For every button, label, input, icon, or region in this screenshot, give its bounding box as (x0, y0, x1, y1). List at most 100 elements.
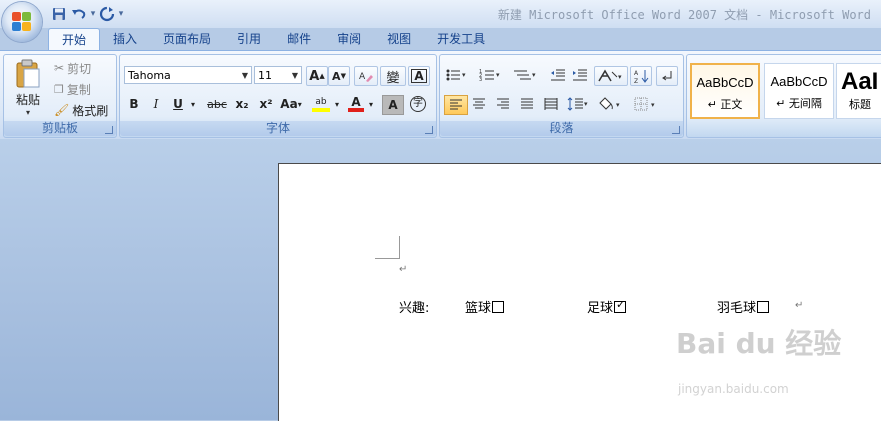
tab-mailings[interactable]: 邮件 (274, 28, 324, 50)
font-launcher-icon[interactable] (425, 126, 433, 134)
office-button[interactable] (2, 2, 42, 42)
bold-button[interactable]: B (126, 95, 142, 113)
badminton-checkbox[interactable] (757, 301, 770, 313)
change-case-button[interactable]: Aa ▾ (280, 95, 302, 113)
baidu-watermark: Bai du 经验 (676, 327, 842, 360)
char-shading-button[interactable]: A (382, 95, 404, 115)
tab-page-layout[interactable]: 页面布局 (150, 28, 224, 50)
enclose-char-button[interactable]: 字 (408, 95, 428, 113)
shrink-font-button[interactable]: A ▼ (328, 66, 350, 86)
chinese-layout-icon[interactable]: ▾ (594, 66, 628, 86)
style-no-spacing[interactable]: AaBbCcD ↵ 无间隔 (764, 63, 834, 119)
line-spacing-icon[interactable]: ▾ (566, 95, 592, 113)
align-left-icon[interactable] (444, 95, 468, 115)
paste-button[interactable]: 粘贴 ▾ (10, 59, 46, 117)
bullets-icon[interactable]: ▾ (444, 66, 470, 84)
decrease-indent-icon[interactable] (548, 66, 568, 84)
shading-icon[interactable]: ▾ (596, 95, 626, 113)
subscript-label: x₂ (235, 97, 249, 111)
italic-button[interactable]: I (148, 95, 164, 113)
undo-icon[interactable] (70, 5, 88, 23)
phonetic-label: 變 (386, 70, 400, 86)
style-heading-sample: AaI (841, 68, 879, 95)
undo-dropdown-icon[interactable]: ▾ (90, 9, 96, 19)
style-normal-sample: AaBbCcD (696, 75, 754, 90)
svg-text:▾: ▾ (584, 100, 588, 108)
grow-font-button[interactable]: A ▲ (306, 66, 328, 86)
brush-icon: 🖌 (54, 103, 70, 117)
char-border-button[interactable]: A (408, 66, 430, 86)
subscript-button[interactable]: x₂ (232, 95, 252, 113)
copy-label: 复制 (66, 82, 91, 97)
font-group-label: 字体 (120, 121, 436, 136)
font-size-combo[interactable]: 11 ▼ (254, 66, 302, 84)
multilevel-list-icon[interactable]: ▾ (512, 66, 540, 84)
tab-home[interactable]: 开始 (48, 28, 101, 51)
tab-insert[interactable]: 插入 (100, 28, 150, 50)
show-marks-icon[interactable] (656, 66, 678, 86)
strikethrough-button[interactable]: abc (204, 95, 230, 113)
numbering-icon[interactable]: 1 2 3 ▾ (478, 66, 504, 84)
font-name-combo[interactable]: Tahoma ▼ (124, 66, 252, 84)
clear-format-icon[interactable]: A (354, 66, 378, 86)
borders-icon[interactable]: ▾ (632, 95, 662, 113)
distributed-icon[interactable] (540, 95, 562, 113)
style-normal[interactable]: AaBbCcD ↵ 正文 (690, 63, 760, 119)
tab-references[interactable]: 引用 (224, 28, 274, 50)
highlight-color-bar (312, 107, 330, 112)
bold-label: B (129, 97, 139, 111)
quick-access-toolbar: ▾ ▾ (50, 4, 124, 24)
redo-icon[interactable] (98, 5, 116, 23)
font-color-dropdown-icon[interactable]: ▾ (366, 95, 376, 113)
align-center-icon[interactable] (468, 95, 490, 113)
customize-qat-icon[interactable]: ▾ (118, 9, 124, 19)
change-case-label: Aa (280, 97, 298, 111)
clipboard-group-label: 剪贴板 (4, 121, 116, 136)
underline-dropdown-icon[interactable]: ▾ (188, 95, 198, 113)
tab-review[interactable]: 审阅 (324, 28, 374, 50)
chevron-down-icon: ▼ (291, 71, 298, 80)
format-painter-button[interactable]: 🖌 格式刷 (54, 101, 108, 119)
underline-button[interactable]: U (170, 95, 186, 113)
char-border-label: A (411, 69, 427, 83)
highlight-button[interactable]: ab (310, 95, 332, 113)
font-color-bar (348, 108, 364, 112)
document-page[interactable]: ↵ 兴趣: 篮球 足球 羽毛球 ↵ (278, 163, 881, 421)
font-group: Tahoma ▼ 11 ▼ A ▲ A ▼ A 變 A B I U ▾ abc x₂… (119, 54, 437, 138)
style-normal-name: ↵ 正文 (707, 98, 743, 111)
phonetic-guide-button[interactable]: 變 (380, 66, 406, 86)
scissors-icon: ✂ (54, 61, 65, 75)
interest-label: 兴趣: (399, 301, 430, 316)
office-logo-icon (12, 12, 32, 32)
copy-button[interactable]: ❐ 复制 (54, 80, 91, 98)
paragraph-group-label: 段落 (440, 121, 683, 136)
highlight-dropdown-icon[interactable]: ▾ (332, 95, 342, 113)
increase-indent-icon[interactable] (570, 66, 590, 84)
football-checkbox[interactable] (614, 298, 627, 313)
paste-icon (16, 59, 40, 88)
save-icon[interactable] (50, 5, 68, 23)
style-heading[interactable]: AaI 标题 (836, 63, 881, 119)
italic-label: I (153, 97, 159, 111)
margin-crop-mark (375, 236, 400, 259)
tab-view[interactable]: 视图 (374, 28, 424, 50)
justify-icon[interactable] (516, 95, 538, 113)
clipboard-launcher-icon[interactable] (105, 126, 113, 134)
sort-icon[interactable]: AZ (630, 66, 652, 86)
underline-label: U (173, 97, 183, 111)
option-badminton: 羽毛球 (717, 297, 770, 316)
svg-text:▾: ▾ (462, 71, 466, 79)
font-color-button[interactable]: A (346, 95, 366, 113)
cut-button[interactable]: ✂ 剪切 (54, 59, 91, 77)
svg-text:A: A (634, 70, 639, 77)
svg-text:▾: ▾ (496, 71, 500, 79)
style-heading-name: 标题 (849, 98, 871, 111)
paste-dropdown-icon[interactable]: ▾ (26, 108, 30, 117)
superscript-button[interactable]: x² (256, 95, 276, 113)
tab-developer[interactable]: 开发工具 (424, 28, 498, 50)
basketball-checkbox[interactable] (492, 301, 505, 313)
paragraph-launcher-icon[interactable] (672, 126, 680, 134)
option-basketball: 篮球 (465, 297, 505, 316)
shrink-font-label: A (332, 69, 341, 83)
align-right-icon[interactable] (492, 95, 514, 113)
